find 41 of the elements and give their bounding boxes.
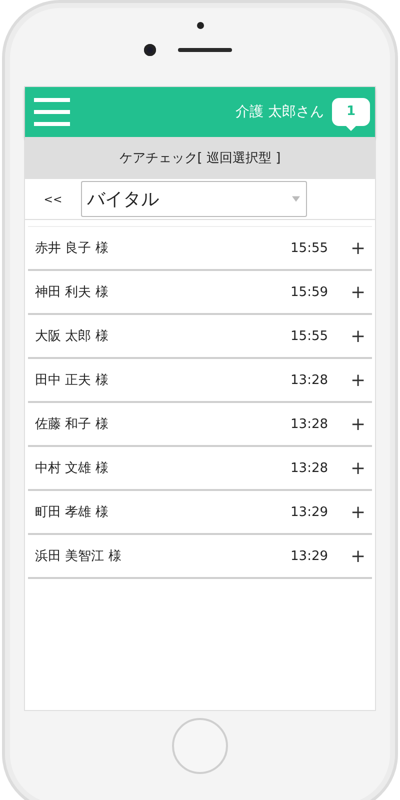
resident-row[interactable]: 佐藤 和子 様 13:28 + <box>28 403 372 447</box>
resident-row[interactable]: 神田 利夫 様 15:59 + <box>28 271 372 315</box>
resident-name: 大阪 太郎 様 <box>35 328 110 345</box>
add-button[interactable]: + <box>350 414 366 434</box>
add-button[interactable]: + <box>350 238 366 258</box>
resident-row[interactable]: 田中 正夫 様 13:28 + <box>28 359 372 403</box>
resident-name: 中村 文雄 様 <box>35 460 110 477</box>
resident-name: 浜田 美智江 様 <box>35 548 122 565</box>
back-button[interactable]: << <box>25 192 81 206</box>
check-time: 15:55 <box>290 328 328 344</box>
category-select[interactable]: バイタル <box>81 181 307 217</box>
add-button[interactable]: + <box>350 458 366 478</box>
resident-name: 佐藤 和子 様 <box>35 416 110 433</box>
menu-icon[interactable] <box>34 98 70 126</box>
resident-row[interactable]: 大阪 太郎 様 15:55 + <box>28 315 372 359</box>
resident-name: 赤井 良子 様 <box>35 240 110 257</box>
page-title: ケアチェック[ 巡回選択型 ] <box>119 150 281 167</box>
speaker-icon <box>178 48 232 52</box>
add-button[interactable]: + <box>350 326 366 346</box>
check-time: 13:28 <box>290 460 328 476</box>
caret-icon <box>292 196 300 202</box>
check-time: 13:29 <box>290 504 328 520</box>
check-time: 15:55 <box>290 240 328 256</box>
camera-icon <box>144 44 156 56</box>
resident-name: 町田 孝雄 様 <box>35 504 110 521</box>
resident-row[interactable]: 赤井 良子 様 15:55 + <box>28 227 372 271</box>
check-time: 13:28 <box>290 416 328 432</box>
check-time: 15:59 <box>290 284 328 300</box>
user-name: 介護 太郎さん <box>236 103 324 121</box>
resident-row[interactable]: 中村 文雄 様 13:28 + <box>28 447 372 491</box>
resident-name: 田中 正夫 様 <box>35 372 110 389</box>
resident-row[interactable]: 町田 孝雄 様 13:29 + <box>28 491 372 535</box>
check-time: 13:28 <box>290 372 328 388</box>
resident-row[interactable]: 浜田 美智江 様 13:29 + <box>28 535 372 579</box>
add-button[interactable]: + <box>350 502 366 522</box>
add-button[interactable]: + <box>350 282 366 302</box>
add-button[interactable]: + <box>350 546 366 566</box>
add-button[interactable]: + <box>350 370 366 390</box>
resident-name: 神田 利夫 様 <box>35 284 110 301</box>
check-time: 13:29 <box>290 548 328 564</box>
sensor-icon <box>196 22 204 29</box>
